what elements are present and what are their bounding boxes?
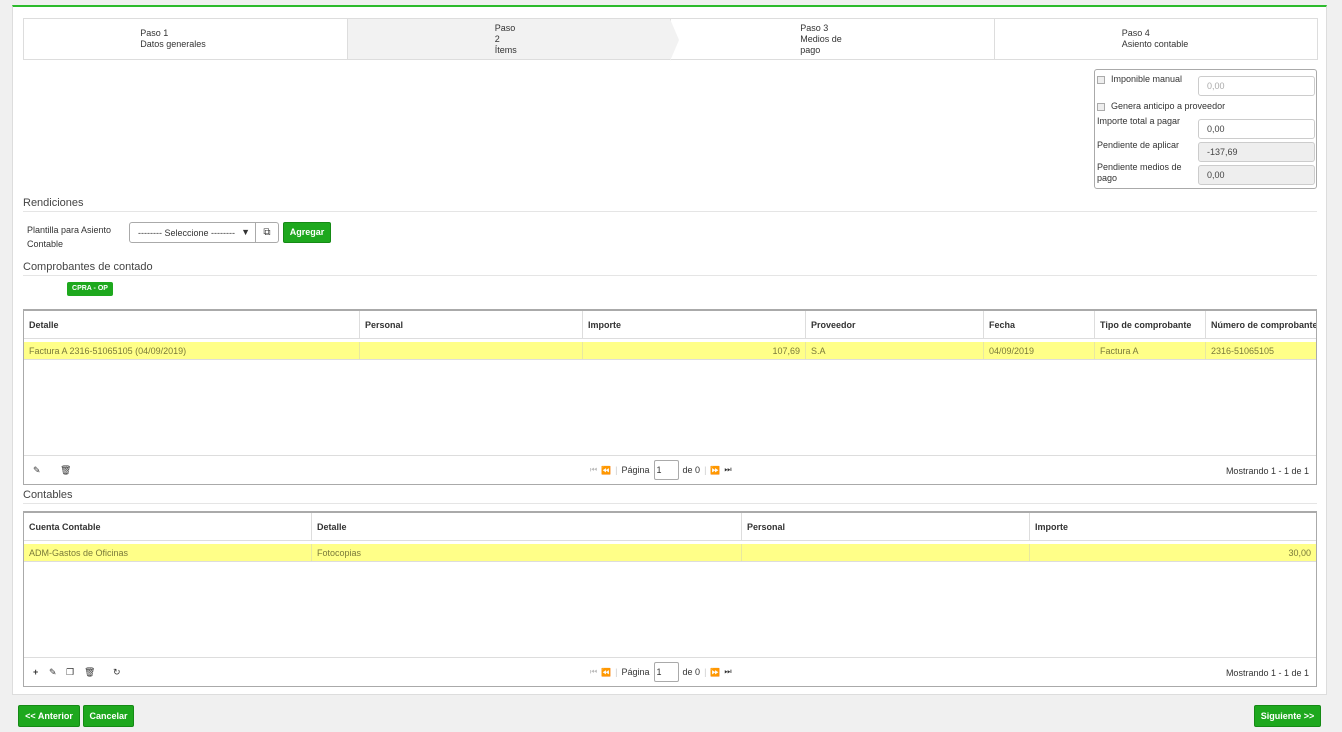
table-row[interactable]: Factura A 2316-51065105 (04/09/2019) 107… — [24, 342, 1316, 360]
page-of: de 0 — [682, 465, 701, 475]
prev-page-icon[interactable]: ⏪ — [601, 668, 611, 677]
step-number: Paso 3 — [800, 22, 829, 33]
pendiente-aplicar-value: -137,69 — [1198, 142, 1315, 162]
contables-grid: Cuenta Contable Detalle Personal Importe… — [23, 511, 1317, 687]
pendiente-medios-label: Pendiente medios de pago — [1097, 162, 1182, 183]
step-title: Medios de pago — [800, 33, 842, 55]
pendiente-aplicar-label: Pendiente de aplicar — [1097, 140, 1180, 150]
pager: ⏮ ⏪ | Página 1 de 0 | ⏩ ⏭ — [590, 460, 732, 480]
step-number: Paso 4 — [1121, 28, 1150, 38]
pager: ⏮ ⏪ | Página 1 de 0 | ⏩ ⏭ — [590, 662, 732, 682]
plantilla-label: Plantilla para Asiento Contable — [27, 225, 112, 249]
col-fecha[interactable]: Fecha — [984, 311, 1095, 338]
col-importe[interactable]: Importe — [1030, 513, 1316, 540]
cell-fecha: 04/09/2019 — [984, 342, 1095, 359]
contables-heading: Contables — [23, 489, 1317, 504]
imponible-manual-checkbox[interactable] — [1097, 75, 1105, 84]
step-title: Datos generales — [140, 39, 206, 49]
col-personal[interactable]: Personal — [360, 311, 583, 338]
cancelar-button[interactable]: Cancelar — [83, 705, 134, 727]
plantilla-select[interactable]: -------- Seleccione -------- ▼ — [129, 222, 256, 243]
add-icon[interactable]: + — [33, 667, 38, 677]
wizard-step-2[interactable]: Paso 2 Ítems — [347, 19, 679, 61]
showing-count: Mostrando 1 - 1 de 1 — [1225, 466, 1309, 476]
genera-anticipo-checkbox[interactable] — [1097, 102, 1105, 111]
trash-icon[interactable]: 🗑 — [84, 667, 95, 678]
grid-body: Factura A 2316-51065105 (04/09/2019) 107… — [24, 342, 1316, 360]
edit-icon[interactable]: ✎ — [49, 667, 57, 678]
showing-count: Mostrando 1 - 1 de 1 — [1225, 668, 1309, 678]
comprobantes-heading: Comprobantes de contado — [23, 261, 1317, 276]
cell-numero: 2316-51065105 — [1211, 346, 1275, 356]
cpra-op-badge[interactable]: CPRA - OP — [67, 282, 113, 296]
page-label: Página — [621, 667, 650, 677]
grid-header: Detalle Personal Importe Proveedor Fecha… — [24, 311, 1316, 339]
genera-anticipo-row: Genera anticipo a proveedor — [1097, 101, 1225, 112]
step-number: Paso 1 — [140, 28, 169, 38]
chevron-down-icon: ▼ — [241, 227, 250, 237]
col-tipo[interactable]: Tipo de comprobante — [1095, 311, 1206, 338]
comprobantes-grid: Detalle Personal Importe Proveedor Fecha… — [23, 309, 1317, 485]
imponible-manual-row: Imponible manual — [1097, 74, 1182, 85]
wizard-step-1[interactable]: Paso 1 Datos generales — [24, 19, 348, 59]
siguiente-button[interactable]: Siguiente >> — [1254, 705, 1321, 727]
importe-total-label: Importe total a pagar — [1097, 116, 1181, 126]
plantilla-select-value: -------- Seleccione -------- — [138, 228, 235, 238]
agregar-button[interactable]: Agregar — [283, 222, 331, 243]
wizard-step-4[interactable]: Paso 4 Asiento contable — [994, 19, 1317, 59]
grid-header: Cuenta Contable Detalle Personal Importe — [24, 513, 1316, 541]
next-page-icon[interactable]: ⏩ — [710, 668, 720, 677]
last-page-icon[interactable]: ⏭ — [724, 667, 731, 677]
genera-anticipo-label: Genera anticipo a proveedor — [1111, 101, 1226, 111]
col-detalle[interactable]: Detalle — [24, 311, 360, 338]
rendiciones-heading: Rendiciones — [23, 197, 1317, 212]
external-link-icon: ⧉ — [263, 227, 271, 238]
wizard-step-3[interactable]: Paso 3 Medios de pago — [671, 19, 995, 59]
cell-importe: 30,00 — [1288, 548, 1311, 558]
pendiente-medios-value: 0,00 — [1198, 165, 1315, 185]
importe-total-input[interactable]: 0,00 — [1198, 119, 1315, 139]
page-input[interactable]: 1 — [653, 662, 679, 682]
table-row[interactable]: ADM-Gastos de Oficinas Fotocopias 30,00 — [24, 544, 1316, 562]
page-input[interactable]: 1 — [653, 460, 679, 480]
wizard-panel: Paso 1 Datos generales Paso 2 Ítems Paso… — [12, 5, 1327, 695]
imponible-manual-input[interactable]: 0,00 — [1198, 76, 1315, 96]
prev-page-icon[interactable]: ⏪ — [601, 466, 611, 475]
first-page-icon[interactable]: ⏮ — [590, 465, 597, 475]
col-numero[interactable]: Número de comprobante — [1206, 311, 1316, 338]
col-detalle[interactable]: Detalle — [312, 513, 742, 540]
col-proveedor[interactable]: Proveedor — [806, 311, 984, 338]
step-number: Paso 2 — [494, 22, 516, 44]
first-page-icon[interactable]: ⏮ — [590, 667, 597, 677]
refresh-icon[interactable]: ↻ — [113, 667, 121, 678]
imponible-manual-label: Imponible manual — [1111, 74, 1183, 84]
step-title: Ítems — [494, 44, 517, 55]
anterior-button[interactable]: << Anterior — [18, 705, 80, 727]
wizard-steps: Paso 1 Datos generales Paso 2 Ítems Paso… — [23, 18, 1318, 61]
page-of: de 0 — [682, 667, 701, 677]
grid-footer: ✎ 🗑 ⏮ ⏪ | Página 1 de 0 | ⏩ ⏭ Mostrando … — [24, 455, 1316, 484]
grid-footer: + ✎ ❐ 🗑 ↻ ⏮ ⏪ | Página 1 de 0 | ⏩ ⏭ Most… — [24, 657, 1316, 686]
cell-tipo: Factura A — [1095, 342, 1206, 359]
grid-body: ADM-Gastos de Oficinas Fotocopias 30,00 — [24, 544, 1316, 562]
cell-detalle: Fotocopias — [312, 544, 742, 561]
step-title: Asiento contable — [1121, 39, 1189, 49]
cell-personal — [360, 342, 583, 359]
col-cuenta[interactable]: Cuenta Contable — [24, 513, 312, 540]
payment-summary: Imponible manual 0,00 Genera anticipo a … — [1094, 69, 1317, 189]
copy-icon[interactable]: ❐ — [66, 667, 74, 678]
cell-detalle: Factura A 2316-51065105 (04/09/2019) — [24, 342, 360, 359]
col-importe[interactable]: Importe — [583, 311, 806, 338]
next-page-icon[interactable]: ⏩ — [710, 466, 720, 475]
external-link-button[interactable]: ⧉ — [256, 222, 279, 243]
last-page-icon[interactable]: ⏭ — [724, 465, 731, 475]
cell-proveedor: S.A — [806, 342, 984, 359]
cell-importe: 107,69 — [583, 342, 806, 359]
edit-icon[interactable]: ✎ — [33, 465, 41, 476]
cell-personal — [742, 544, 1030, 561]
col-personal[interactable]: Personal — [742, 513, 1030, 540]
page-label: Página — [621, 465, 650, 475]
cell-cuenta: ADM-Gastos de Oficinas — [24, 544, 312, 561]
trash-icon[interactable]: 🗑 — [60, 465, 71, 476]
